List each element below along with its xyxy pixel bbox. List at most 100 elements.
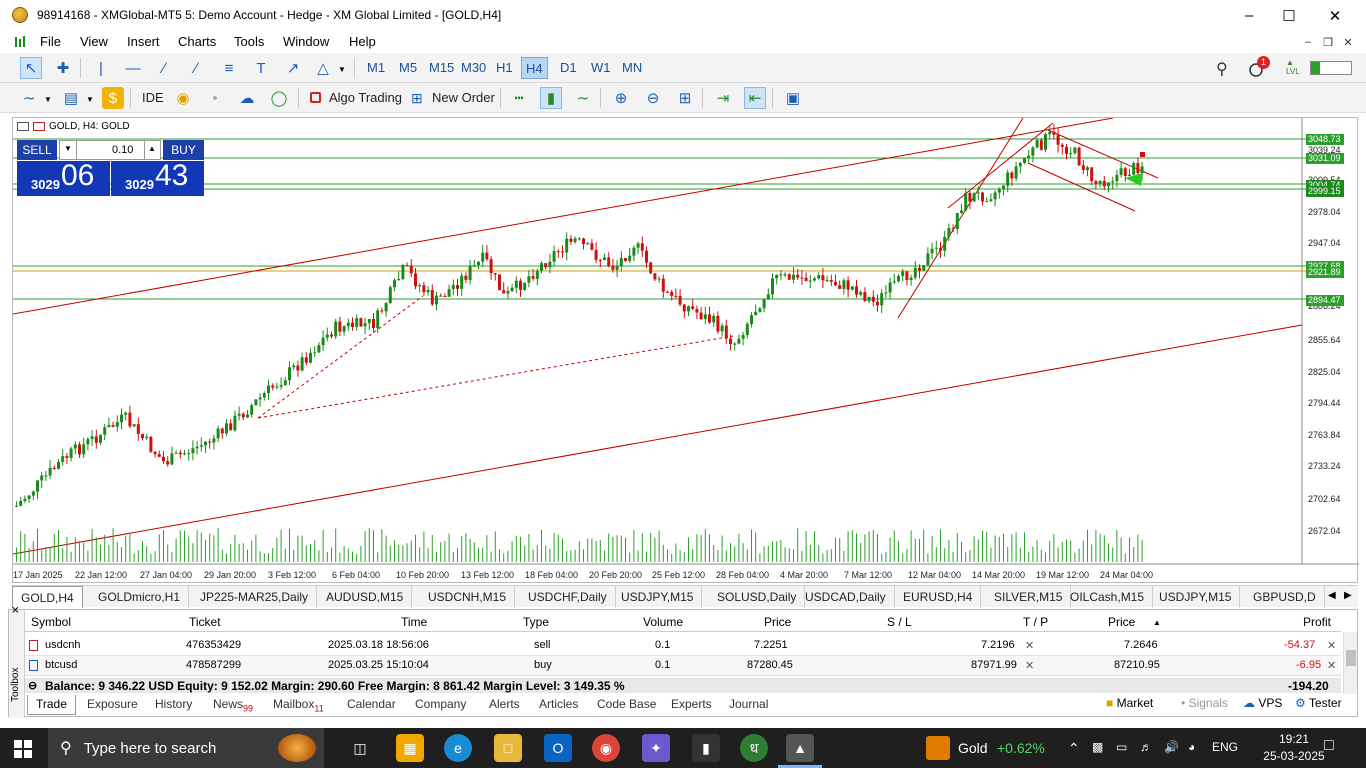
tf-w1[interactable]: W1 (587, 57, 615, 79)
search-icon[interactable]: ⚲ (1216, 59, 1228, 79)
chart-window[interactable]: GOLD, H4: GOLD SELL ▼ 0.10 ▲ BUY 3029 06… (12, 117, 1359, 584)
terminal-tab[interactable]: Trade (27, 695, 76, 715)
trading-app-icon[interactable]: ▮ (692, 734, 720, 762)
new-order-button[interactable]: New Order (432, 87, 495, 109)
tf-m1[interactable]: M1 (363, 57, 389, 79)
tabs-scroll-right-icon[interactable]: ▶ (1344, 590, 1352, 601)
tf-d1[interactable]: D1 (556, 57, 581, 79)
windows-start-icon[interactable] (14, 740, 32, 758)
chart-tab[interactable]: OILCash,M15 (1062, 586, 1154, 608)
chart-tab[interactable]: EURUSD,H4 (895, 586, 982, 608)
signals-radio-icon[interactable]: • (204, 87, 226, 109)
menu-charts[interactable]: Charts (178, 34, 216, 49)
trendline-icon[interactable]: ∕ (153, 57, 175, 79)
tray-speaker-icon[interactable]: 🔊 (1164, 740, 1179, 754)
line-type-icon[interactable]: ∼ (572, 87, 594, 109)
copilot-icon[interactable]: ✦ (642, 734, 670, 762)
indicators-dropdown-icon[interactable]: ▼ (86, 95, 94, 104)
notifications-icon[interactable]: 1 (1248, 56, 1270, 78)
col-sl[interactable]: S / L (887, 615, 912, 629)
show-hidden-icons[interactable]: ⌃ (1068, 740, 1080, 757)
vertical-line-icon[interactable]: | (90, 57, 112, 79)
terminal-tab[interactable]: News99 (205, 695, 261, 715)
new-order-icon[interactable]: ⊞ (411, 90, 425, 106)
chart-type-dropdown-icon[interactable]: ▼ (44, 95, 52, 104)
signals-link[interactable]: • Signals (1181, 696, 1228, 710)
market-bag-icon[interactable]: ◉ (172, 87, 194, 109)
close-position-icon[interactable]: ✕ (1327, 659, 1336, 672)
trade-row[interactable]: btcusd 478587299 2025.03.25 15:10:04 buy… (25, 656, 1341, 676)
cloud-icon[interactable]: ☁ (236, 87, 258, 109)
trade-row[interactable]: usdcnh 476353429 2025.03.18 18:56:06 sel… (25, 636, 1341, 656)
menu-file[interactable]: File (40, 34, 61, 49)
line-chart-icon[interactable]: ∼ (18, 87, 40, 109)
tf-h4[interactable]: H4 (521, 57, 548, 79)
tester-link[interactable]: ⚙ Tester (1295, 696, 1342, 710)
chart-tab[interactable]: SOLUSD,Daily (709, 586, 806, 608)
menu-insert[interactable]: Insert (127, 34, 160, 49)
col-type[interactable]: Type (523, 615, 549, 629)
close-position-icon[interactable]: ✕ (1327, 639, 1336, 652)
chrome-icon[interactable]: ◉ (592, 734, 620, 762)
tray-volume-icon[interactable]: ♬ (1140, 740, 1152, 754)
ask-price-box[interactable]: 3029 43 (111, 159, 204, 196)
chart-tab[interactable]: GBPUSD,D (1245, 586, 1325, 608)
edge-browser-icon[interactable]: e (444, 734, 472, 762)
lvl-icon[interactable]: ▲ LVL (1286, 58, 1304, 78)
tf-m30[interactable]: M30 (457, 57, 490, 79)
chart-tab[interactable]: AUDUSD,M15 (318, 586, 413, 608)
clock-date[interactable]: 25-03-2025 (1262, 749, 1326, 763)
terminal-tab[interactable]: Exposure (79, 695, 146, 715)
zoom-out-icon[interactable]: ⊖ (642, 87, 664, 109)
tf-h1[interactable]: H1 (492, 57, 517, 79)
toolbox-close-icon[interactable]: ✕ (11, 606, 22, 614)
ide-button[interactable]: IDE (142, 87, 164, 109)
col-current-price[interactable]: Price (1108, 615, 1135, 629)
dhan-app-icon[interactable]: ध (740, 734, 768, 762)
tile-windows-icon[interactable]: ⊞ (674, 87, 696, 109)
lot-increase-icon[interactable]: ▲ (148, 144, 156, 153)
zoom-in-icon[interactable]: ⊕ (610, 87, 632, 109)
ticker-change[interactable]: +0.62% (997, 740, 1045, 756)
tf-m15[interactable]: M15 (425, 57, 458, 79)
tf-m5[interactable]: M5 (395, 57, 421, 79)
store-icon[interactable]: ▦ (396, 734, 424, 762)
vps-globe-icon[interactable]: ◯ (268, 87, 290, 109)
terminal-tab[interactable]: Mailbox11 (265, 695, 332, 715)
mdi-minimize-button[interactable]: – (1300, 35, 1316, 49)
shapes-dropdown-icon[interactable]: ▼ (338, 65, 346, 74)
text-icon[interactable]: T (250, 57, 272, 79)
chart-tab[interactable]: GOLDmicro,H1 (90, 586, 190, 608)
tray-battery-icon[interactable]: ▭ (1116, 740, 1127, 754)
dollar-icon[interactable]: $ (102, 87, 124, 109)
terminal-tab[interactable]: Articles (531, 695, 586, 715)
market-link[interactable]: ■ Market (1106, 696, 1153, 710)
tray-wifi-icon[interactable]: ◕ (1188, 740, 1195, 754)
balance-collapse-icon[interactable]: ⊖ (28, 679, 37, 692)
mt5-taskbar-icon[interactable]: ▲ (786, 734, 814, 762)
horizontal-line-icon[interactable]: ― (122, 57, 144, 79)
indicators-icon[interactable]: ▤ (60, 87, 82, 109)
fibonacci-icon[interactable]: ≡ (218, 57, 240, 79)
remove-tp-icon[interactable]: ✕ (1025, 659, 1034, 672)
tray-app-icon[interactable]: ▩ (1092, 740, 1103, 754)
terminal-tab[interactable]: History (147, 695, 200, 715)
terminal-tab[interactable]: Company (407, 695, 474, 715)
price-chart[interactable] (13, 118, 1359, 584)
chart-tab[interactable]: USDCAD,Daily (797, 586, 895, 608)
chart-tab[interactable]: GOLD,H4 (12, 586, 83, 608)
chart-tab[interactable]: USDJPY,M15 (613, 586, 703, 608)
channel-icon[interactable]: ∕ (185, 57, 207, 79)
close-button[interactable]: ✕ (1312, 0, 1358, 31)
mdi-restore-button[interactable]: ❐ (1320, 35, 1336, 49)
terminal-tab[interactable]: Journal (721, 695, 776, 715)
col-price[interactable]: Price (764, 615, 791, 629)
menu-help[interactable]: Help (349, 34, 376, 49)
terminal-scrollbar[interactable] (1343, 632, 1357, 694)
maximize-button[interactable]: ☐ (1266, 0, 1312, 31)
algo-trading-icon[interactable] (310, 92, 321, 103)
toolbox-side-strip[interactable]: ✕ Toolbox (9, 606, 25, 718)
tf-mn[interactable]: MN (618, 57, 646, 79)
chart-tab[interactable]: USDCHF,Daily (520, 586, 616, 608)
menu-view[interactable]: View (80, 34, 108, 49)
